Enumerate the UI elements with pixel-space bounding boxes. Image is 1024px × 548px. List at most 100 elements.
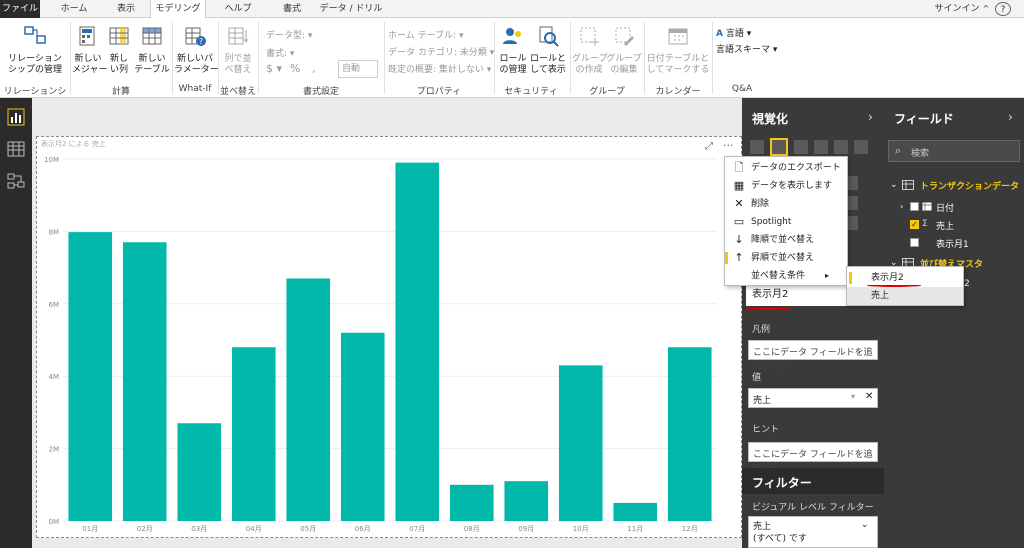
linguistic-schema-dropdown[interactable]: 言語スキーマ ▾ [716,42,777,55]
tab-home[interactable]: ホーム [56,0,92,18]
default-summary-dropdown[interactable]: 既定の概要: 集計しない ▾ [388,62,491,75]
bar-chart-svg: 0M 2M 4M 6M 8M 10M 01月 02月 03月 04月 05月 06月 07月 08月 09月… [44,156,717,533]
tab-file[interactable]: ファイル [0,0,40,18]
chart-visual[interactable]: 表示月2 による 売上 ⤢ ··· 0M 2M 4M 6M 8M 10M 01月 02月 03月… [36,136,742,538]
bar[interactable] [613,502,658,521]
bar[interactable] [558,365,603,521]
legend-field-well[interactable]: ここにデータ フィールドを追加して... [748,340,878,371]
relationships-icon [24,26,46,44]
table-expand-icon[interactable]: ⌄ [890,180,898,190]
bar[interactable] [68,232,113,521]
export-icon: 🗋 [734,161,744,174]
bar[interactable] [395,162,440,521]
bar[interactable] [122,242,167,521]
percent-column-icon[interactable] [854,140,868,154]
home-table-dropdown[interactable]: ホーム テーブル: ▾ [388,28,463,41]
new-parameter-button[interactable]: ? 新しいパ ラメーター [174,24,219,76]
report-view-icon[interactable] [7,108,25,126]
menu-sort-descending[interactable]: ↓ 降順で並べ替え [725,231,849,249]
data-view-icon[interactable] [7,140,25,158]
view-as-role-button[interactable]: ロールと して表示 [530,24,566,76]
expand-viz-icon[interactable]: › [868,110,873,124]
calendar-icon [668,28,688,45]
x-tick-label: 09月 [518,525,534,533]
menu-sort-by[interactable]: 並べ替え条件 ▸ [725,267,849,285]
decimal-places-stepper[interactable]: 自動 [338,60,378,78]
y-tick-label: 8M [49,228,60,236]
value-dropdown-icon[interactable]: ▾ [851,392,855,401]
table-transaction-data[interactable]: トランザクションデータ [920,179,1019,192]
decimal-auto-label: 自動 [342,64,361,74]
submenu-sales[interactable]: 売上 [847,287,963,305]
group-label-formatting: 書式設定 [302,87,339,97]
clustered-bar-icon[interactable] [814,140,828,154]
field-month2-partial[interactable]: 2 [964,279,970,289]
tab-view[interactable]: 表示 [108,0,144,18]
remove-field-icon[interactable]: ✕ [865,391,873,402]
sigma-icon: Σ [922,219,928,229]
tab-format[interactable]: 書式 [272,0,312,18]
expand-fields-icon[interactable]: › [1008,110,1013,124]
collapse-ribbon-icon[interactable]: ^ [980,0,992,18]
field-month1[interactable]: 表示月1 [936,237,969,250]
tab-modeling[interactable]: モデリング [150,0,206,19]
new-measure-button[interactable]: 新しい メジャー [72,24,108,76]
x-tick-label: 06月 [355,525,371,533]
annotation-underline [746,307,790,310]
new-group-icon [580,27,599,46]
format-dropdown[interactable]: 書式: ▾ [266,46,294,59]
help-icon[interactable]: ? [995,2,1011,16]
value-field-well[interactable]: 売上 ▾ ✕ [748,388,878,408]
filter-expand-icon[interactable]: ⌄ [861,519,869,531]
field-expand-icon[interactable]: › [900,202,903,211]
signin-link[interactable]: サインイン [934,0,980,18]
bar[interactable] [449,484,494,521]
field-month1-checkbox[interactable] [910,238,919,247]
table-icon [902,180,914,190]
manage-relationships-button[interactable]: リレーション シップの管理 [6,24,64,76]
bar[interactable] [667,347,712,521]
edit-group-button[interactable]: グループ の編集 [606,24,642,76]
tab-data-drill[interactable]: データ / ドリル [318,0,384,18]
field-date[interactable]: 日付 [936,201,954,214]
fields-pane: フィールド › ⌕ 検索 ⌄ トランザクションデータ › 日付 ✓ Σ 売上 表… [884,98,1024,548]
fields-search-input[interactable]: ⌕ 検索 [888,140,1020,162]
model-view-icon[interactable] [7,172,25,190]
ribbon-tab-bar: ファイル ホーム 表示 モデリング ヘルプ 書式 データ / ドリル サインイン… [0,0,1024,19]
filter-card[interactable]: 売上 (すべて) です ⌄ [748,516,878,548]
clustered-column-icon[interactable] [770,138,788,156]
manage-roles-button[interactable]: ロール の管理 [496,24,530,76]
group-label-qa: Q&A [731,84,753,94]
stacked-bar-icon[interactable] [750,140,764,154]
new-column-button[interactable]: 新し い列 [104,24,134,76]
tooltips-field-well[interactable]: ここにデータ フィールドを追加して... [748,442,878,473]
new-table-button[interactable]: 新しい テーブル [134,24,170,76]
currency-button[interactable]: $ ▾ [266,62,282,75]
sort-by-column-button[interactable]: 列で並 べ替え [220,24,256,76]
field-sales-checkbox[interactable]: ✓ [910,220,919,229]
new-group-button[interactable]: グループ の作成 [572,24,607,76]
percent-button[interactable]: % [290,62,300,75]
field-sales[interactable]: 売上 [936,219,954,232]
menu-export-data[interactable]: 🗋 データのエクスポート [725,159,849,177]
menu-remove[interactable]: ✕ 削除 [725,195,849,213]
bar[interactable] [504,481,549,521]
menu-spotlight[interactable]: ▭ Spotlight [725,213,849,231]
legend-label: 凡例 [752,325,771,335]
bar[interactable] [340,332,385,521]
data-category-dropdown[interactable]: データ カテゴリ: 未分類 ▾ [388,45,494,58]
field-checkbox[interactable] [910,202,919,211]
mark-date-table-button[interactable]: 日付テーブルと してマークする [646,24,710,76]
bar[interactable] [177,423,222,521]
tab-help[interactable]: ヘルプ [218,0,258,18]
bar[interactable] [231,347,276,521]
edit-group-icon [615,27,634,46]
comma-button[interactable]: , [312,62,316,75]
data-type-dropdown[interactable]: データ型: ▾ [266,28,312,41]
menu-sort-ascending[interactable]: ↑ 昇順で並べ替え [725,249,849,267]
bar[interactable] [286,278,331,521]
stacked-column-icon[interactable] [794,140,808,154]
menu-show-data[interactable]: ▦ データを表示します [725,177,849,195]
language-dropdown[interactable]: A 言語 ▾ [716,26,751,39]
percent-bar-icon[interactable] [834,140,848,154]
